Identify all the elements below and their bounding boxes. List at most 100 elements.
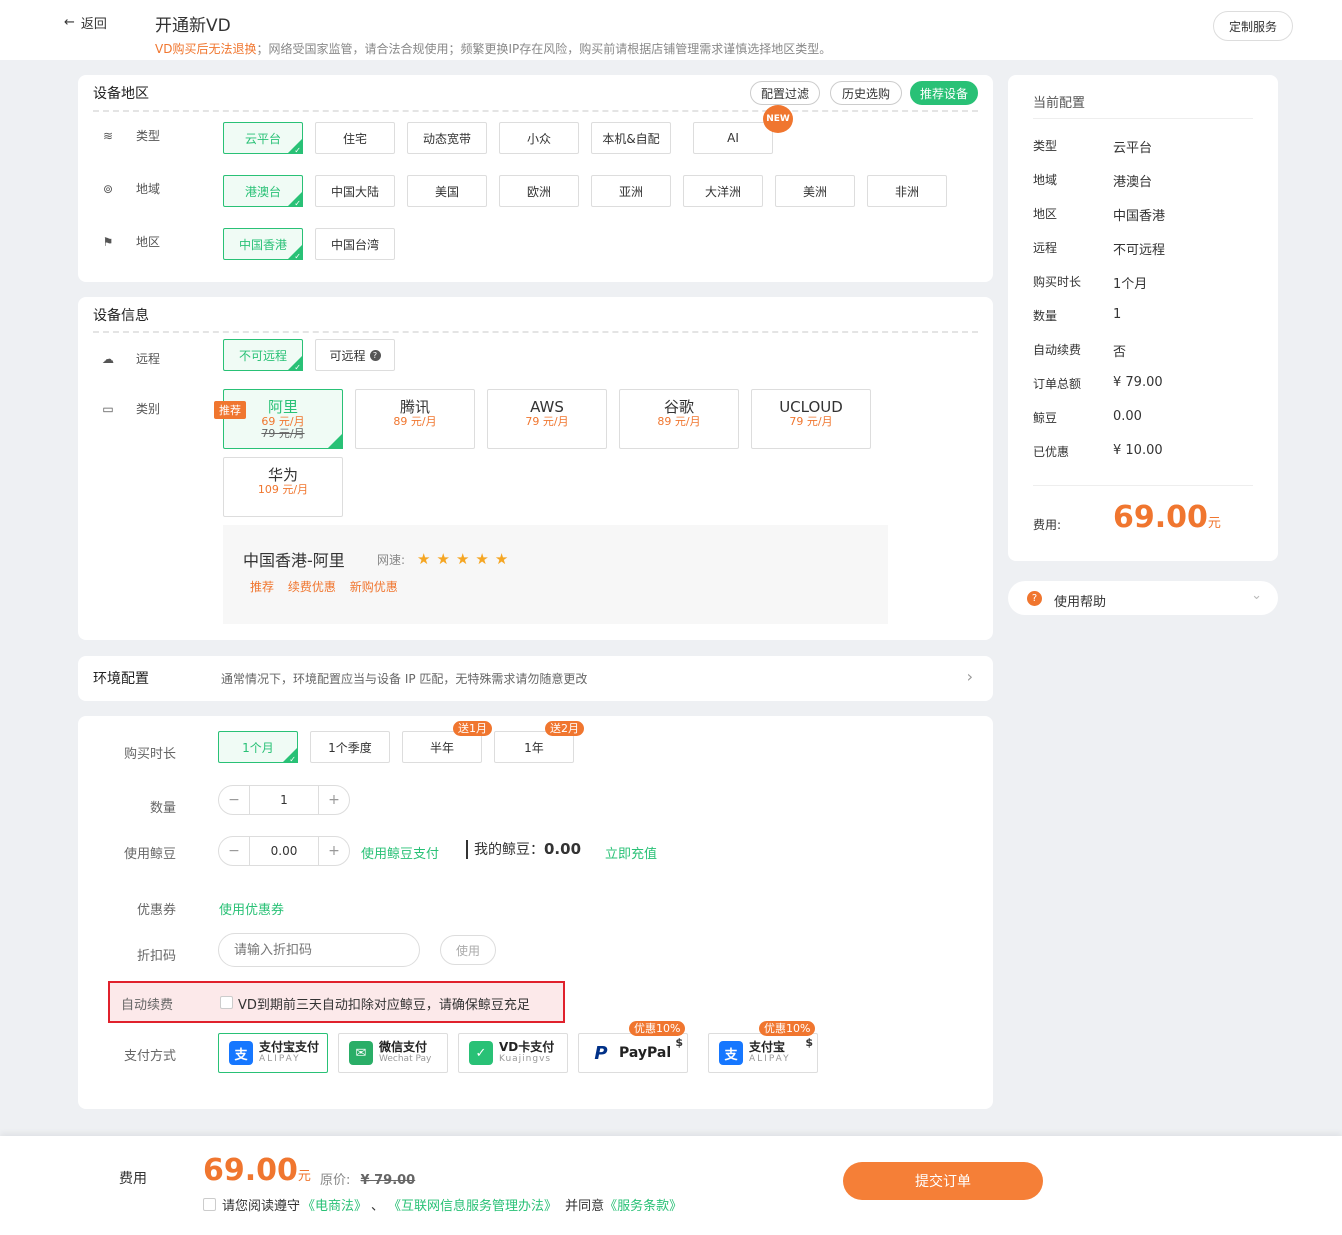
pay-wechat[interactable]: ✉ 微信支付 Wechat Pay <box>338 1033 448 1073</box>
chevron-down-icon[interactable]: ⌄ <box>1251 588 1262 603</box>
cloud-option-huawei[interactable]: 华为 109 元/月 <box>223 457 343 517</box>
region-option-hk[interactable]: 中国香港 <box>223 228 303 261</box>
help-label: 使用帮助 <box>1054 595 1107 610</box>
cloud-detail-panel: 中国香港-阿里 网速: ★ ★ ★ ★ ★ 推荐 续费优惠 新购优惠 <box>223 525 888 624</box>
detail-tag: 续费优惠 <box>287 580 336 594</box>
chevron-right-icon[interactable]: › <box>967 667 973 686</box>
quantity-value[interactable]: 1 <box>249 786 319 814</box>
pay-alipay-intl[interactable]: 支 支付宝 ALIPAY $ <box>708 1033 818 1073</box>
beans-value[interactable]: 0.00 <box>249 837 319 865</box>
detail-tag: 新购优惠 <box>349 580 398 594</box>
submit-order-button[interactable]: 提交订单 <box>843 1162 1043 1200</box>
cloud-option-aws[interactable]: AWS 79 元/月 <box>487 389 607 449</box>
beans-stepper[interactable]: − 0.00 + <box>218 836 350 866</box>
use-coupon-link[interactable]: 使用优惠券 <box>219 899 284 918</box>
pay-alipay[interactable]: 支 支付宝支付 ALIPAY <box>218 1033 328 1073</box>
minus-icon[interactable]: − <box>219 837 249 865</box>
config-filter-pill[interactable]: 配置过滤 <box>750 81 820 105</box>
duration-option-quarter[interactable]: 1个季度 <box>310 731 390 763</box>
footer-bar: 费用 69.00元 原价: ¥ 79.00 请您阅读遵守 《电商法》 、 《互联… <box>0 1136 1342 1235</box>
pay-name: 支付宝 <box>749 1040 786 1054</box>
history-pill[interactable]: 历史选购 <box>830 81 902 105</box>
notice-warning: VD购买后无法退换 <box>155 42 257 56</box>
pay-label: VD卡支付 Kuajingvs <box>499 1041 554 1065</box>
custom-service-button[interactable]: 定制服务 <box>1213 11 1293 41</box>
pay-name: 支付宝支付 <box>259 1040 320 1054</box>
area-option-asia[interactable]: 亚洲 <box>591 175 671 207</box>
summary-value: 否 <box>1113 345 1127 360</box>
area-option-americas[interactable]: 美洲 <box>775 175 855 207</box>
area-option-oceania[interactable]: 大洋洲 <box>683 175 763 207</box>
alipay-icon: 支 <box>719 1041 743 1065</box>
area-option-europe[interactable]: 欧洲 <box>499 175 579 207</box>
area-option-us[interactable]: 美国 <box>407 175 487 207</box>
summary-key: 地域 <box>1033 173 1058 187</box>
env-config-card[interactable]: 环境配置 通常情况下，环境配置应当与设备 IP 匹配，无特殊需求请勿随意更改 › <box>78 656 993 701</box>
cloud-option-ucloud[interactable]: UCLOUD 79 元/月 <box>751 389 871 449</box>
discount-use-button[interactable]: 使用 <box>440 935 496 965</box>
type-option-residential[interactable]: 住宅 <box>315 122 395 154</box>
summary-value: 1 <box>1113 307 1122 322</box>
quantity-stepper[interactable]: − 1 + <box>218 785 350 815</box>
device-title: 设备信息 <box>93 308 149 324</box>
auto-renew-checkbox[interactable] <box>220 996 233 1009</box>
discount-badge-alipay: 优惠10% <box>759 1021 816 1036</box>
help-icon[interactable]: ? <box>369 349 381 361</box>
summary-key: 鲸豆 <box>1033 411 1058 425</box>
duration-option-1month[interactable]: 1个月 <box>218 731 298 764</box>
pay-label: 支付宝 ALIPAY <box>749 1041 791 1065</box>
cloud-option-google[interactable]: 谷歌 89 元/月 <box>619 389 739 449</box>
star-icon: ★ <box>417 550 431 568</box>
agree-checkbox[interactable] <box>203 1198 216 1211</box>
summary-row: 购买时长 1个月 <box>1033 273 1147 292</box>
back-button[interactable]: ← 返回 <box>64 13 107 32</box>
wechat-icon: ✉ <box>349 1041 373 1065</box>
minus-icon[interactable]: − <box>219 786 249 814</box>
dollar-icon: $ <box>675 1036 683 1049</box>
summary-fee-value: 69.00 <box>1113 500 1208 535</box>
area-label: 地域 <box>136 182 161 196</box>
terms-link[interactable]: 《服务条款》 <box>604 1195 682 1214</box>
type-option-niche[interactable]: 小众 <box>499 122 579 154</box>
cloud-option-aliyun[interactable]: 推荐 阿里 69 元/月 79 元/月 <box>214 389 343 449</box>
plus-icon[interactable]: + <box>319 837 349 865</box>
cloud-option-tencent[interactable]: 腾讯 89 元/月 <box>355 389 475 449</box>
speed-label: 网速: <box>377 552 406 567</box>
help-panel[interactable]: ? 使用帮助 ⌄ <box>1008 581 1278 615</box>
summary-fee: 69.00元 <box>1113 500 1221 535</box>
star-icon: ★ <box>455 550 470 568</box>
cloud-name: UCLOUD <box>779 398 843 416</box>
internet-law-link[interactable]: 《互联网信息服务管理办法》 <box>388 1195 557 1214</box>
remote-option-yes[interactable]: 可远程 ? <box>315 339 395 371</box>
plus-icon[interactable]: + <box>319 786 349 814</box>
coupon-label: 优惠券 <box>136 903 176 918</box>
auto-renew-row: 自动续费 VD到期前三天自动扣除对应鲸豆，请确保鲸豆充足 <box>108 981 565 1023</box>
remote-option-no[interactable]: 不可远程 <box>223 339 303 372</box>
area-option-hmt[interactable]: 港澳台 <box>223 175 303 208</box>
use-beans-link[interactable]: 使用鲸豆支付 <box>361 843 439 862</box>
discount-code-input[interactable] <box>218 933 420 967</box>
area-option-mainland[interactable]: 中国大陆 <box>315 175 395 207</box>
pay-vd-card[interactable]: ✓ VD卡支付 Kuajingvs <box>458 1033 568 1073</box>
pay-paypal[interactable]: P PayPal $ <box>578 1033 688 1073</box>
star-icon: ★ <box>436 550 450 568</box>
summary-value: ¥ 10.00 <box>1113 443 1163 458</box>
type-option-local[interactable]: 本机&自配 <box>591 122 671 154</box>
footer-fee-label: 费用 <box>119 1171 147 1187</box>
summary-value: 云平台 <box>1113 141 1153 156</box>
summary-row: 地域 港澳台 <box>1033 171 1152 190</box>
type-option-ai[interactable]: AI <box>693 122 773 154</box>
star-rating: ★ ★ ★ ★ ★ <box>417 550 514 568</box>
type-option-dynamic[interactable]: 动态宽带 <box>407 122 487 154</box>
type-option-cloud[interactable]: 云平台 <box>223 122 303 155</box>
cloud-name: 腾讯 <box>399 398 430 416</box>
region-row-label: ⚑ 地区 <box>100 233 160 250</box>
ecommerce-law-link[interactable]: 《电商法》 <box>302 1195 367 1214</box>
recommend-pill[interactable]: 推荐设备 <box>910 81 978 105</box>
region-option-tw[interactable]: 中国台湾 <box>315 228 395 260</box>
area-option-africa[interactable]: 非洲 <box>867 175 947 207</box>
recharge-link[interactable]: 立即充值 <box>605 843 657 862</box>
cloud-name: 谷歌 <box>663 398 694 416</box>
pay-name: VD卡支付 <box>499 1040 555 1054</box>
pay-name: PayPal <box>619 1044 672 1061</box>
